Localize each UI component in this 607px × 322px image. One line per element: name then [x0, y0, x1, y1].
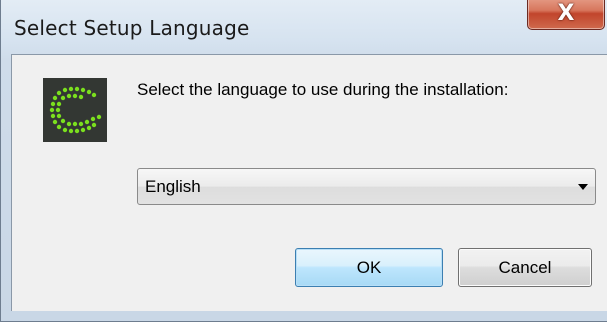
logo-dot [55, 107, 61, 113]
logo-dot [72, 121, 78, 127]
logo-dot [74, 86, 80, 92]
logo-dot [62, 87, 68, 93]
logo-dot [84, 119, 90, 125]
logo-dot [72, 93, 78, 99]
logo-dot [68, 86, 74, 92]
dropdown-arrow-icon[interactable] [578, 184, 588, 190]
ok-button[interactable]: OK [295, 248, 443, 287]
cancel-button[interactable]: Cancel [458, 248, 592, 287]
logo-dot [56, 90, 62, 96]
logo-dot [62, 127, 68, 133]
logo-dot [66, 93, 72, 99]
logo-dot [78, 94, 84, 100]
selected-language: English [145, 177, 201, 196]
setup-language-dialog: Select Setup Language X Select the langu… [0, 0, 607, 322]
language-select[interactable]: English [137, 168, 596, 205]
logo-dot [66, 121, 72, 127]
logo-dot [96, 114, 102, 120]
logo-dot [56, 113, 62, 119]
logo-dot [52, 119, 58, 125]
logo-dot [52, 95, 58, 101]
close-icon: X [557, 1, 575, 26]
logo-dot [56, 124, 62, 130]
logo-dot [86, 89, 92, 95]
dialog-body: Select the language to use during the in… [11, 54, 607, 311]
logo-dot [91, 122, 97, 128]
logo-dot [80, 87, 86, 93]
close-button[interactable]: X [527, 0, 605, 30]
logo-dot [50, 113, 56, 119]
logo-dot [56, 101, 62, 107]
logo-dot [50, 101, 56, 107]
setup-app-icon [43, 78, 107, 142]
logo-dot [60, 118, 66, 124]
logo-dot [68, 128, 74, 134]
logo-dot [60, 95, 66, 101]
language-prompt: Select the language to use during the in… [137, 80, 509, 99]
logo-dot [86, 125, 92, 131]
logo-dot [78, 121, 84, 127]
dialog-title: Select Setup Language [14, 16, 250, 40]
logo-dot [90, 116, 96, 122]
logo-dot [74, 128, 80, 134]
logo-dot [80, 127, 86, 133]
logo-dot [91, 92, 97, 98]
title-bar[interactable]: Select Setup Language X [1, 0, 607, 54]
logo-dot [49, 107, 55, 113]
